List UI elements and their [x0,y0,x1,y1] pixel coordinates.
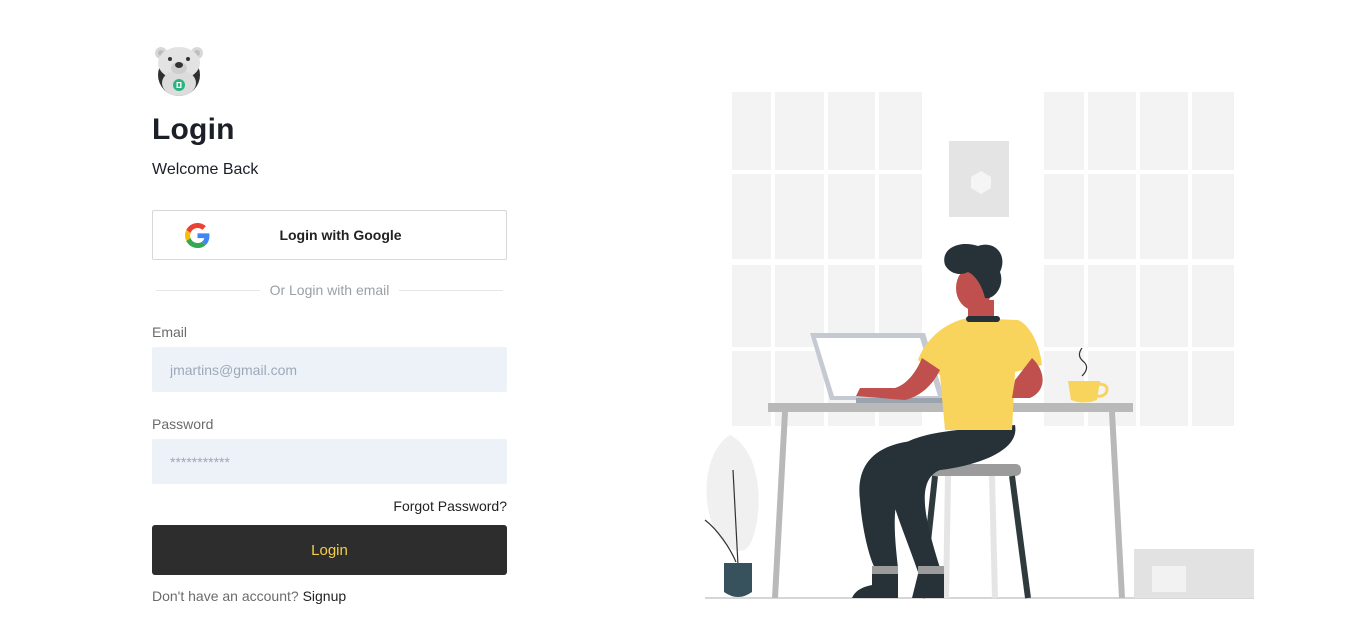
signup-prompt: Don't have an account? Signup [152,588,346,604]
login-button[interactable]: Login [152,525,507,575]
bear-mascot-logo-icon [155,47,203,96]
email-label: Email [152,324,188,340]
person-working-at-laptop-illustration-icon [704,92,1254,599]
page-subtitle: Welcome Back [152,161,259,178]
login-with-google-label: Login with Google [279,227,402,243]
login-panel: Login Welcome Back Login with Google Or … [152,0,507,623]
password-input[interactable] [152,439,507,484]
login-with-google-button[interactable]: Login with Google [152,210,507,260]
signup-prompt-text: Don't have an account? [152,588,299,604]
password-label: Password [152,416,214,432]
signup-link[interactable]: Signup [303,588,347,604]
email-input[interactable] [152,347,507,392]
page-title: Login [152,113,235,146]
forgot-password-link[interactable]: Forgot Password? [393,498,507,514]
divider-line-right [399,290,503,291]
or-divider: Or Login with email [152,281,507,299]
